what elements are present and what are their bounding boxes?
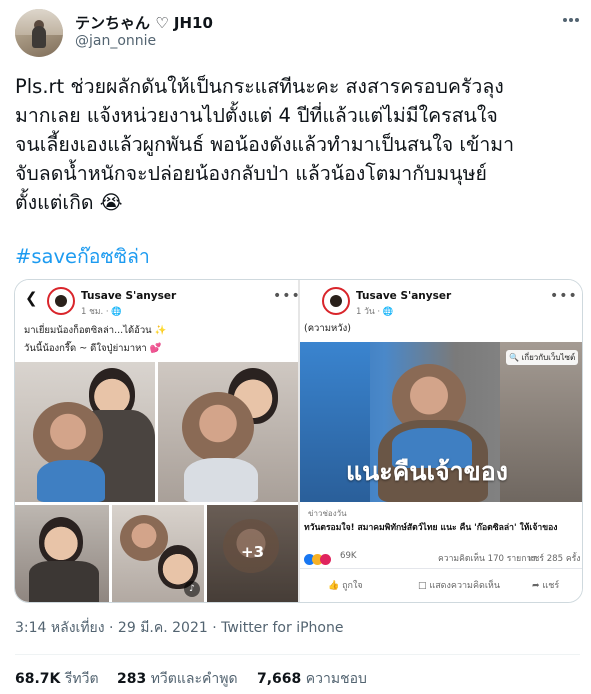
more-photos-count: +3 xyxy=(241,543,265,561)
volume-icon: ♪ xyxy=(184,581,200,597)
likes-stat[interactable]: 7,668 ความชอบ xyxy=(257,668,367,690)
likes-label: ความชอบ xyxy=(305,671,367,687)
shares-count: แชร์ 285 ครั้ง xyxy=(528,554,581,564)
action-bar-divider xyxy=(300,568,582,569)
comments-count: ความคิดเห็น 170 รายการ xyxy=(438,554,536,564)
stats-divider-top xyxy=(15,654,580,655)
tweet-line: มากเลย แจ้งหน่วยงานไปตั้งแต่ 4 ปีที่แล้ว… xyxy=(15,104,498,127)
post-caption: (ความหวัง) xyxy=(304,323,351,334)
tweet-text: Pls.rt ช่วยผลักดันให้เป็นกระแสทีนะคะ สงส… xyxy=(15,72,580,217)
author-display-name[interactable]: テンちゃん ♡ JH10 xyxy=(75,12,213,33)
retweets-label: รีทวีต xyxy=(64,671,99,687)
comment-action: □ แสดงความคิดเห็น xyxy=(418,578,500,592)
photo-thumbnail: ♪ xyxy=(112,505,204,602)
reactions-count: 69K xyxy=(340,551,357,561)
retweets-stat[interactable]: 68.7K รีทวีต xyxy=(15,668,99,690)
share-label: แชร์ xyxy=(542,581,560,591)
page-name: Tusave S'anyser xyxy=(356,290,452,302)
like-label: ถูกใจ xyxy=(342,581,363,591)
share-action: ➦ แชร์ xyxy=(532,578,559,592)
post-more-icon: ••• xyxy=(273,288,298,304)
media-card[interactable]: ❮ Tusave S'anyser 1 ชม. · 🌐 ••• มาเยี่ยม… xyxy=(14,279,583,603)
comment-icon: □ xyxy=(418,581,427,591)
hashtag-link[interactable]: #saveก๊อซซิล่า xyxy=(15,241,150,272)
link-preview-image: 🔍 เกี่ยวกับเว็บไซต์ แนะคืนเจ้าของ xyxy=(300,342,582,502)
tweet-line: จับลดน้ำหนักจะปล่อยน้องกลับป่า แล้วน้องโ… xyxy=(15,162,487,185)
post-caption: มาเยี่ยมน้องก็อตซิลล่า...ได้อ้วน ✨ xyxy=(24,325,167,336)
tweet-line: Pls.rt ช่วยผลักดันให้เป็นกระแสทีนะคะ สงส… xyxy=(15,75,504,98)
likes-count: 7,668 xyxy=(257,671,302,687)
reaction-icons xyxy=(304,550,331,569)
post-time: 1 ชม. · 🌐 xyxy=(81,307,122,317)
back-arrow-icon: ❮ xyxy=(25,289,38,307)
author-avatar[interactable] xyxy=(15,9,63,57)
tweet-line: จนเลี้ยงเองแล้วผูกพันธ์ พอน้องดังแล้วทำม… xyxy=(15,133,515,156)
quotes-count: 283 xyxy=(117,671,147,687)
share-icon: ➦ xyxy=(532,581,540,591)
link-title: ทวันตรอมใจ! สมาคมพิทักษ์สัตว์ไทย แนะ คืน… xyxy=(304,523,558,533)
photo-tag: 🔍 เกี่ยวกับเว็บไซต์ xyxy=(506,350,579,365)
page-avatar xyxy=(47,287,75,315)
comment-label: แสดงความคิดเห็น xyxy=(429,581,501,591)
like-action: 👍 ถูกใจ xyxy=(328,578,363,592)
photo-thumbnail xyxy=(15,362,155,502)
photo-thumbnail xyxy=(158,362,298,502)
quotes-label: ทวีตและคำพูด xyxy=(150,671,238,687)
media-image-right[interactable]: Tusave S'anyser 1 วัน · 🌐 ••• (ความหวัง)… xyxy=(300,280,582,602)
post-caption: วันนี้น้องกรี๊ด ~ ดีใจปู่ย่ามาหา 💕 xyxy=(24,343,162,354)
more-options-icon[interactable] xyxy=(560,10,582,30)
media-image-left[interactable]: ❮ Tusave S'anyser 1 ชม. · 🌐 ••• มาเยี่ยม… xyxy=(15,280,298,602)
post-more-icon: ••• xyxy=(550,288,578,304)
post-time: 1 วัน · 🌐 xyxy=(356,307,394,317)
thumbs-up-icon: 👍 xyxy=(328,581,340,591)
quotes-stat[interactable]: 283 ทวีตและคำพูด xyxy=(117,668,238,690)
tweet-timestamp[interactable]: 3:14 หลังเที่ยง · 29 มี.ค. 2021 · Twitte… xyxy=(15,617,343,639)
tweet-line: ตั้งแต่เกิด 😭 xyxy=(15,191,123,214)
retweets-count: 68.7K xyxy=(15,671,61,687)
page-name: Tusave S'anyser xyxy=(81,290,177,302)
page-avatar xyxy=(322,287,350,315)
photo-thumbnail xyxy=(15,505,109,602)
link-source: ข่าวช่องวัน xyxy=(308,509,347,518)
author-handle[interactable]: @jan_onnie xyxy=(75,33,156,49)
photo-thumbnail-more: +3 xyxy=(207,505,298,602)
overlay-headline: แนะคืนเจ้าของ xyxy=(346,457,508,486)
